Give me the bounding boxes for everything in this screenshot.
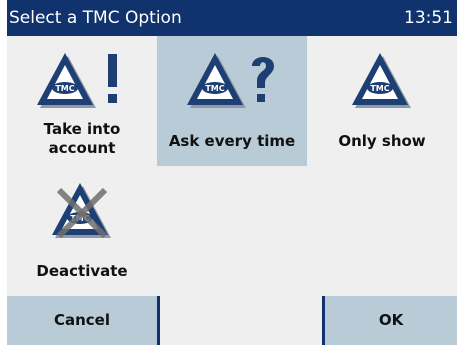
option-take-into-account[interactable]: TMC Take into account <box>7 36 157 166</box>
option-grid: TMC Take into account TMC Ask every time <box>7 36 457 296</box>
tmc-question-icon: TMC <box>186 50 278 116</box>
tmc-exclamation-icon: TMC <box>36 50 128 116</box>
option-label: Take into account <box>43 120 121 157</box>
cancel-button[interactable]: Cancel <box>7 296 160 345</box>
clock: 13:51 <box>404 8 453 28</box>
option-only-show[interactable]: TMC Only show <box>307 36 457 166</box>
svg-text:TMC: TMC <box>55 84 74 93</box>
option-label: Ask every time <box>168 132 296 150</box>
svg-text:TMC: TMC <box>370 84 389 93</box>
option-label: Only show <box>338 132 426 150</box>
svg-text:TMC: TMC <box>205 84 224 93</box>
dialog-title: Select a TMC Option <box>9 8 182 28</box>
tmc-triangle-icon: TMC <box>351 50 413 116</box>
tmc-crossed-out-icon: TMC <box>51 180 113 246</box>
title-bar: Select a TMC Option 13:51 <box>7 0 457 36</box>
button-bar: Cancel OK <box>7 296 457 345</box>
option-deactivate[interactable]: TMC Deactivate <box>7 166 157 296</box>
option-label: Deactivate <box>36 262 128 280</box>
option-ask-every-time[interactable]: TMC Ask every time <box>157 36 307 166</box>
ok-button[interactable]: OK <box>322 296 457 345</box>
